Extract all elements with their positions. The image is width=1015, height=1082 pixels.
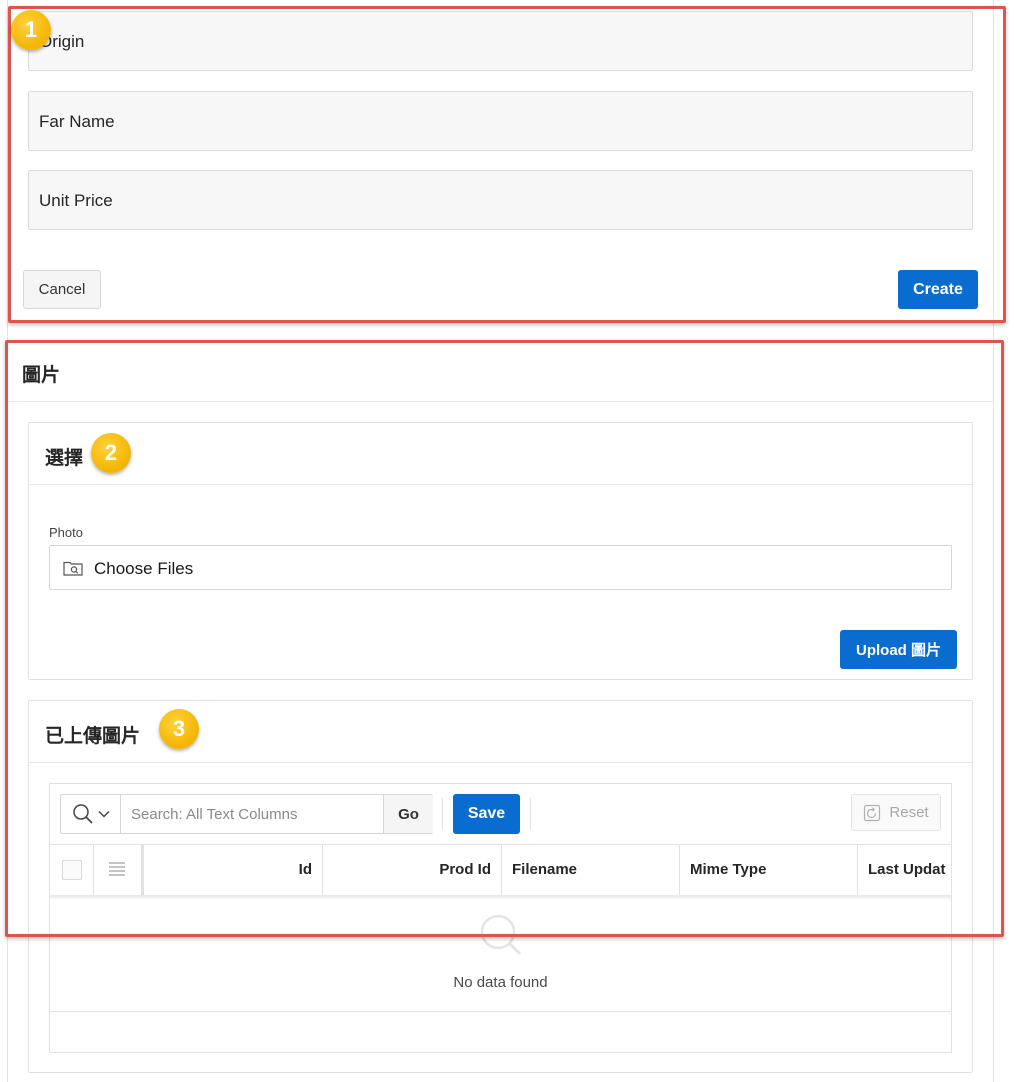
menu-lines-icon bbox=[109, 862, 125, 876]
upload-button[interactable]: Upload 圖片 bbox=[840, 630, 957, 669]
select-all-checkbox[interactable] bbox=[62, 860, 82, 880]
callout-badge-1: 1 bbox=[11, 10, 51, 50]
column-header-filename[interactable]: Filename bbox=[502, 845, 680, 895]
column-header-last-updated[interactable]: Last Updat bbox=[858, 845, 951, 895]
column-header-last-updated-label: Last Updat bbox=[868, 861, 946, 878]
reset-label: Reset bbox=[889, 804, 929, 821]
column-header-id-label: Id bbox=[298, 861, 312, 878]
uploaded-card: 已上傳圖片 Search: All Text Columns Go Save R… bbox=[28, 700, 973, 1073]
column-header-mime-type[interactable]: Mime Type bbox=[680, 845, 858, 895]
report-header-row: Id Prod Id Filename Mime Type Last Updat bbox=[50, 844, 951, 895]
no-data-message: No data found bbox=[453, 974, 548, 991]
photo-file-input[interactable]: Choose Files bbox=[49, 545, 952, 590]
report-search-bar: Search: All Text Columns Go bbox=[60, 794, 433, 834]
save-button[interactable]: Save bbox=[453, 794, 520, 834]
toolbar-divider bbox=[442, 798, 443, 830]
folder-icon bbox=[63, 561, 83, 576]
far-name-field-label: Far Name bbox=[39, 112, 115, 131]
reset-icon bbox=[864, 804, 881, 821]
search-column-menu[interactable] bbox=[61, 795, 121, 833]
cancel-button[interactable]: Cancel bbox=[23, 270, 101, 309]
far-name-field[interactable]: Far Name bbox=[28, 91, 973, 151]
unit-price-field[interactable]: Unit Price bbox=[28, 170, 973, 230]
column-header-id[interactable]: Id bbox=[145, 845, 323, 895]
row-actions-column bbox=[94, 845, 144, 895]
uploaded-card-title: 已上傳圖片 bbox=[45, 726, 141, 747]
column-header-prod-id[interactable]: Prod Id bbox=[323, 845, 502, 895]
select-card-divider bbox=[29, 484, 972, 485]
region-divider bbox=[8, 401, 993, 402]
select-all-column bbox=[50, 845, 94, 895]
header-shadow bbox=[50, 895, 951, 900]
go-button[interactable]: Go bbox=[383, 795, 433, 833]
interactive-report: Search: All Text Columns Go Save Reset I… bbox=[49, 783, 952, 1053]
column-header-mime-type-label: Mime Type bbox=[690, 861, 767, 878]
search-icon bbox=[72, 804, 93, 824]
chevron-down-icon bbox=[97, 810, 110, 818]
column-header-filename-label: Filename bbox=[512, 861, 578, 878]
column-header-prod-id-label: Prod Id bbox=[439, 861, 491, 878]
search-input[interactable]: Search: All Text Columns bbox=[131, 806, 297, 823]
origin-field[interactable]: Origin bbox=[28, 11, 973, 71]
unit-price-field-label: Unit Price bbox=[39, 191, 113, 210]
select-card: 選擇 Photo Choose Files Upload 圖片 bbox=[28, 422, 973, 680]
uploaded-card-divider bbox=[29, 762, 972, 763]
callout-badge-3: 3 bbox=[159, 709, 199, 749]
create-button[interactable]: Create bbox=[898, 270, 978, 309]
no-data-search-icon bbox=[480, 914, 522, 956]
select-card-title: 選擇 bbox=[45, 448, 84, 469]
choose-files-label: Choose Files bbox=[94, 559, 194, 578]
region-title: 圖片 bbox=[22, 365, 61, 386]
reset-button[interactable]: Reset bbox=[851, 794, 941, 831]
report-footer-divider bbox=[50, 1011, 951, 1012]
callout-badge-2: 2 bbox=[91, 433, 131, 473]
toolbar-divider bbox=[530, 798, 531, 830]
photo-label: Photo bbox=[49, 525, 83, 540]
